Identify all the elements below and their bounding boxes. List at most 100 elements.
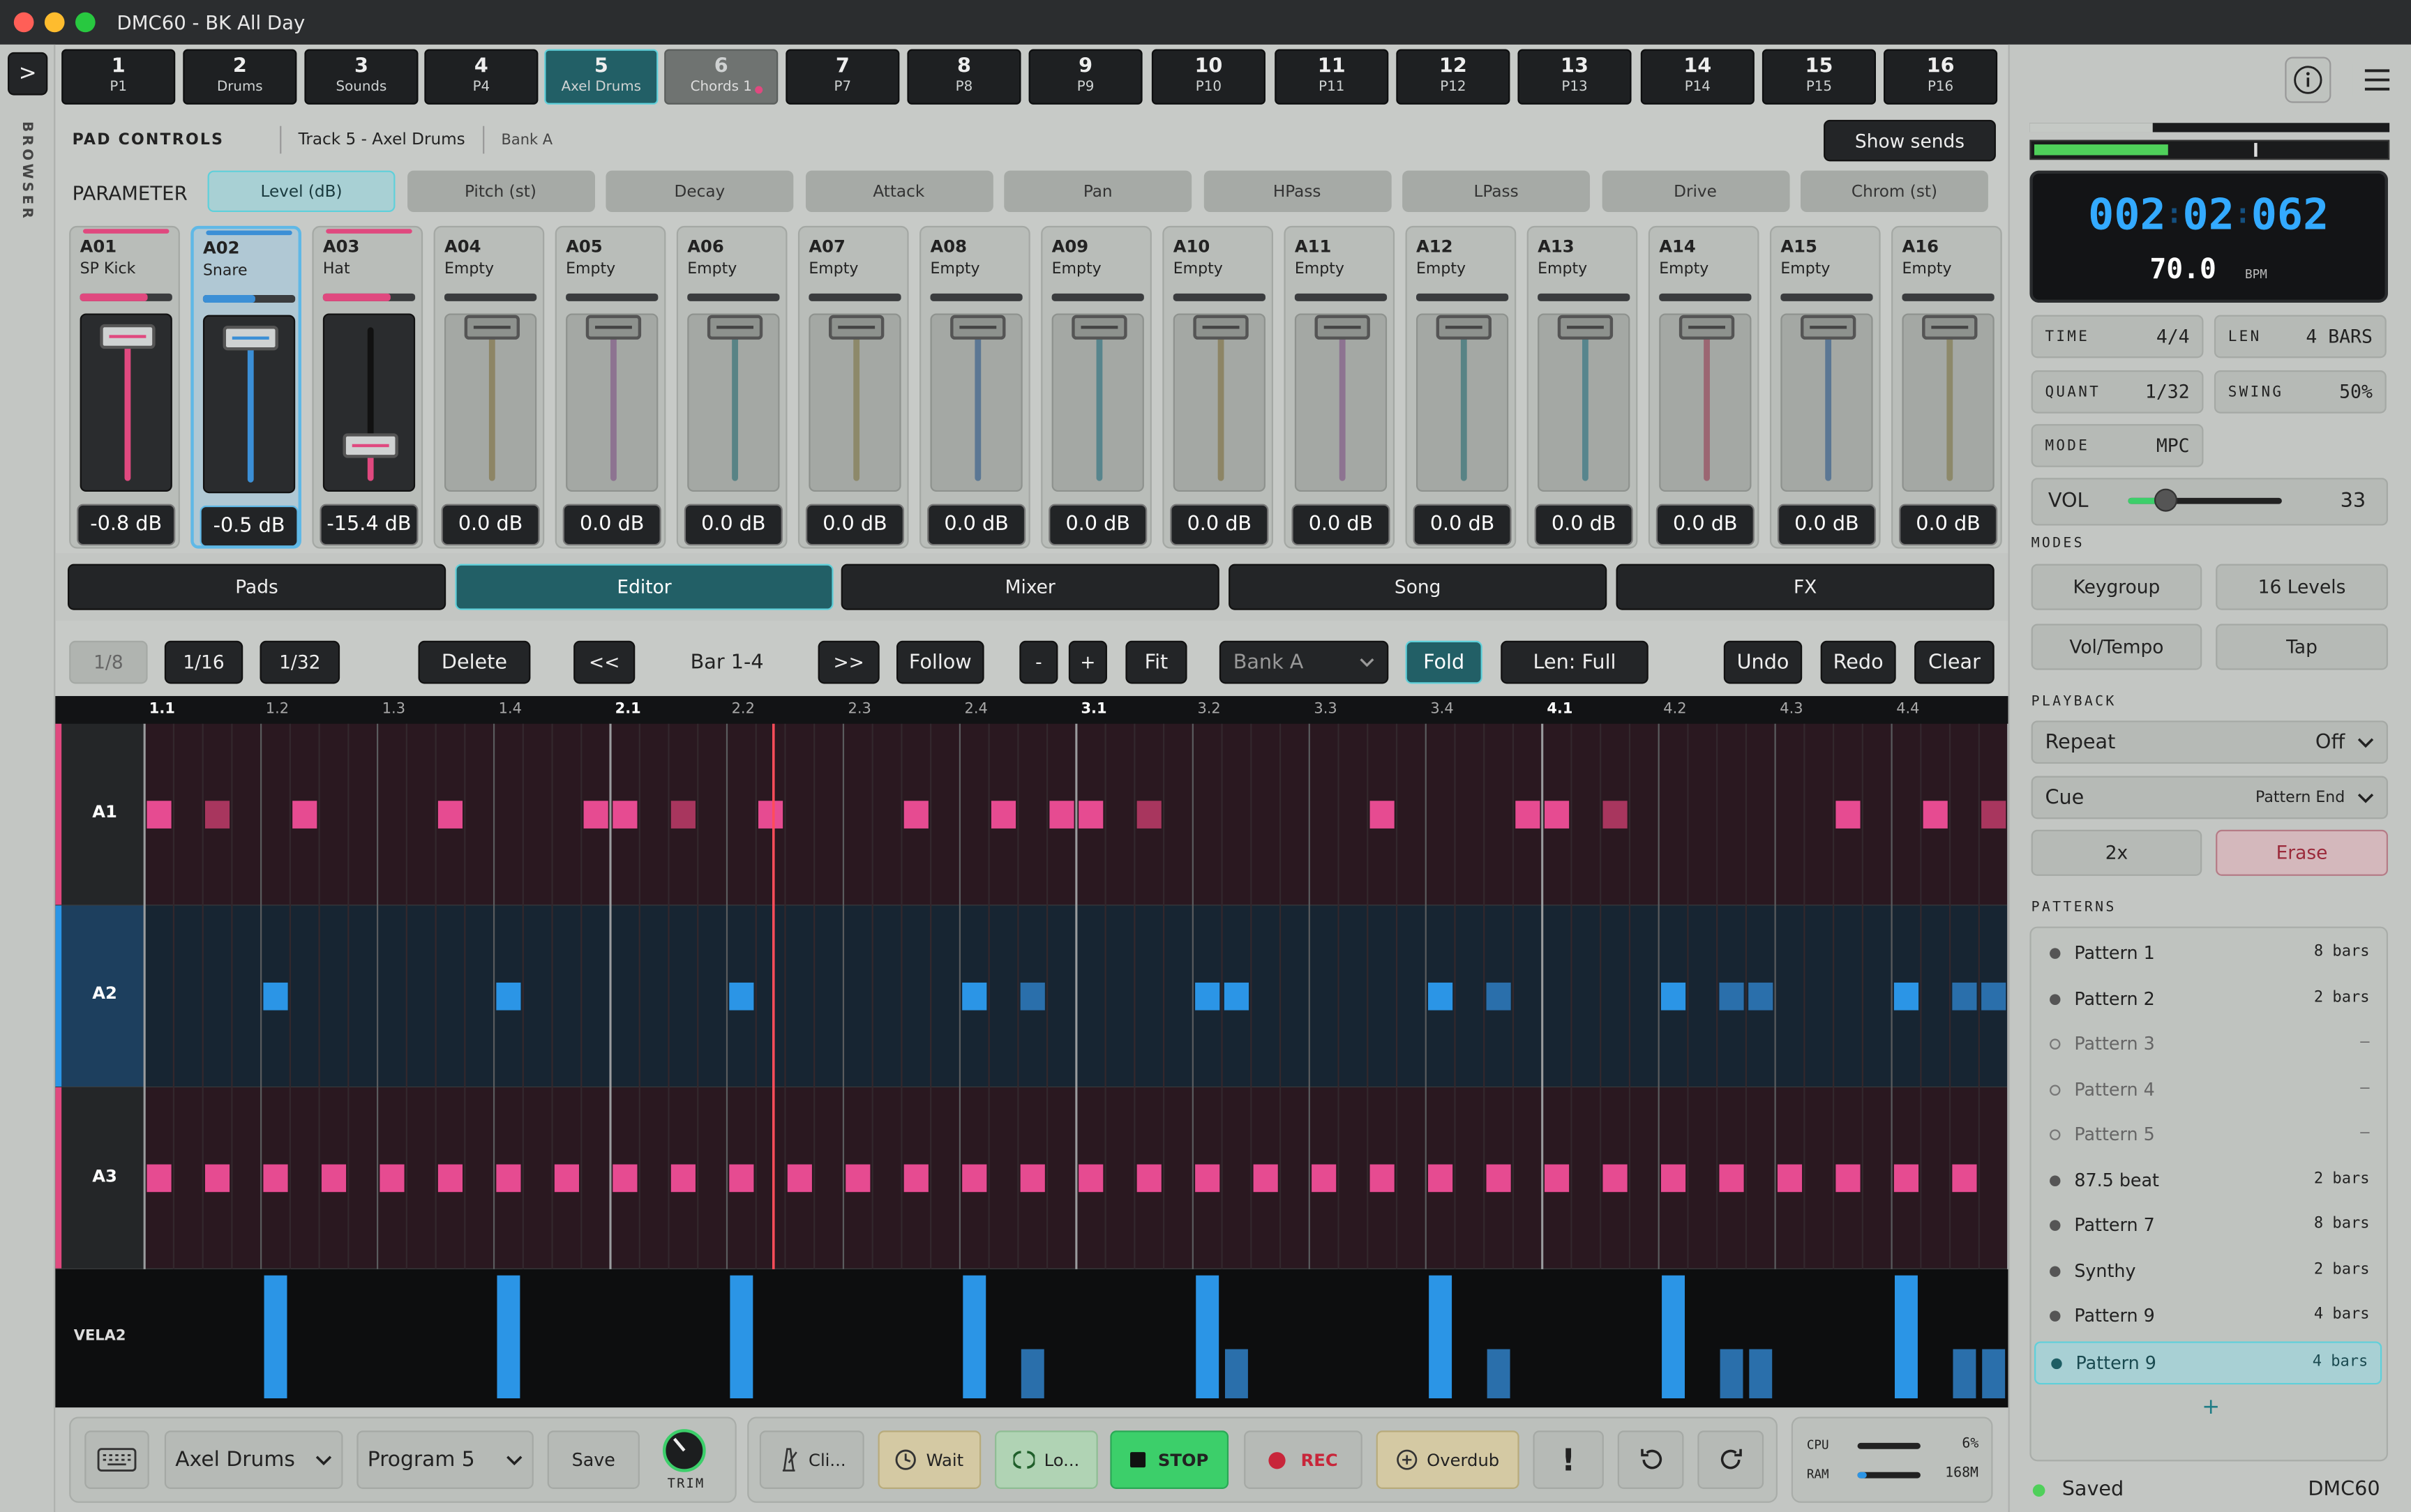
pad-fader[interactable]	[202, 315, 296, 494]
zoom-in-button[interactable]: +	[1068, 640, 1107, 684]
wait-button[interactable]: Wait	[878, 1430, 982, 1489]
note[interactable]	[729, 982, 754, 1011]
note[interactable]	[321, 1164, 347, 1193]
note[interactable]	[1428, 1164, 1453, 1193]
note[interactable]	[1515, 801, 1540, 829]
velocity-bar[interactable]	[1662, 1275, 1685, 1399]
length-button[interactable]: Len: Full	[1501, 640, 1648, 684]
velocity-bar[interactable]	[497, 1275, 520, 1399]
param-tab-pitch-st-[interactable]: Pitch (st)	[406, 170, 594, 213]
redo-transport-button[interactable]	[1697, 1430, 1764, 1489]
param-tab-chrom-st-[interactable]: Chrom (st)	[1801, 170, 1988, 213]
pad-fader-knob[interactable]	[343, 433, 398, 458]
pattern-item[interactable]: Pattern 4 –	[2034, 1068, 2382, 1112]
note[interactable]	[496, 982, 521, 1011]
note[interactable]	[1719, 1164, 1744, 1193]
record-button[interactable]: REC	[1244, 1430, 1362, 1489]
pad-fader-knob[interactable]	[1557, 315, 1614, 340]
pad-fader[interactable]	[809, 313, 901, 492]
note[interactable]	[846, 1164, 871, 1193]
note[interactable]	[147, 801, 172, 829]
pad-level-value[interactable]: 0.0 dB	[1291, 504, 1390, 546]
pad-a13[interactable]: A13 Empty 0.0 dB	[1526, 225, 1638, 549]
velocity-bar[interactable]	[264, 1275, 287, 1399]
note[interactable]	[1224, 982, 1249, 1011]
pad-level-value[interactable]: 0.0 dB	[1655, 504, 1755, 546]
track-button-10[interactable]: 10 P10	[1151, 49, 1265, 105]
pad-fader-knob[interactable]	[829, 315, 885, 340]
zoom-out-button[interactable]: -	[1019, 640, 1058, 684]
save-program-button[interactable]: Save	[547, 1430, 640, 1489]
pad-fader-knob[interactable]	[1193, 315, 1249, 340]
pad-level-value[interactable]: 0.0 dB	[1777, 504, 1877, 546]
track-button-15[interactable]: 15 P15	[1762, 49, 1877, 105]
volume-slider[interactable]	[2128, 488, 2282, 512]
pad-level-value[interactable]: -0.8 dB	[77, 504, 176, 546]
track-button-13[interactable]: 13 P13	[1517, 49, 1632, 105]
note[interactable]	[1893, 1164, 1919, 1193]
cue-select[interactable]: Cue Pattern End	[2031, 776, 2388, 819]
add-pattern-button[interactable]: +	[2202, 1396, 2220, 1420]
pad-fader[interactable]	[566, 313, 659, 492]
next-bars-button[interactable]: >>	[818, 640, 880, 684]
pad-a04[interactable]: A04 Empty 0.0 dB	[433, 225, 545, 549]
note[interactable]	[1545, 1164, 1570, 1193]
pad-level-value[interactable]: 0.0 dB	[684, 504, 783, 546]
pad-fader-knob[interactable]	[707, 315, 763, 340]
note[interactable]	[1079, 801, 1104, 829]
note[interactable]	[1952, 982, 1977, 1011]
note[interactable]	[758, 801, 783, 829]
pad-level-value[interactable]: -15.4 dB	[320, 504, 419, 546]
pad-fader[interactable]	[1902, 313, 1995, 492]
instrument-select[interactable]: Axel Drums	[164, 1430, 343, 1489]
erase-button[interactable]: Erase	[2216, 829, 2388, 876]
click-button[interactable]: Cli...	[759, 1430, 864, 1489]
pad-level-value[interactable]: 0.0 dB	[1049, 504, 1148, 546]
length-field[interactable]: LEN 4 BARS	[2214, 315, 2387, 358]
pattern-item[interactable]: Pattern 9 4 bars	[2034, 1295, 2382, 1338]
velocity-bar[interactable]	[1982, 1349, 2006, 1399]
velocity-bar[interactable]	[1720, 1349, 1743, 1399]
note[interactable]	[496, 1164, 521, 1193]
note[interactable]	[1545, 801, 1570, 829]
pad-a16[interactable]: A16 Empty 0.0 dB	[1891, 225, 2002, 549]
note[interactable]	[613, 1164, 638, 1193]
tempo-value[interactable]: 70.0	[2149, 254, 2216, 286]
param-tab-drive[interactable]: Drive	[1601, 170, 1789, 213]
volume-slider-thumb[interactable]	[2154, 488, 2178, 512]
stop-button[interactable]: STOP	[1110, 1430, 1229, 1489]
param-tab-decay[interactable]: Decay	[606, 170, 794, 213]
note[interactable]	[1719, 982, 1744, 1011]
clear-button[interactable]: Clear	[1914, 640, 1995, 684]
note[interactable]	[1835, 801, 1861, 829]
pattern-item[interactable]: Pattern 2 2 bars	[2034, 978, 2382, 1021]
pad-fader[interactable]	[930, 313, 1023, 492]
velocity-bar[interactable]	[1487, 1349, 1510, 1399]
overdub-button[interactable]: Overdub	[1376, 1430, 1519, 1489]
pattern-item[interactable]: Synthy 2 bars	[2034, 1250, 2382, 1293]
swing-field[interactable]: SWING 50%	[2214, 370, 2387, 414]
view-tab-song[interactable]: Song	[1229, 564, 1607, 610]
pad-level-value[interactable]: 0.0 dB	[1170, 504, 1269, 546]
pattern-item[interactable]: Pattern 7 8 bars	[2034, 1204, 2382, 1248]
note[interactable]	[1369, 801, 1395, 829]
pad-fader[interactable]	[1538, 313, 1630, 492]
note[interactable]	[729, 1164, 754, 1193]
delete-button[interactable]: Delete	[418, 640, 531, 684]
note[interactable]	[1602, 1164, 1628, 1193]
grid-1-16-button[interactable]: 1/16	[164, 640, 243, 684]
trim-knob[interactable]	[662, 1429, 706, 1472]
velocity-bar[interactable]	[1196, 1275, 1219, 1399]
param-tab-pan[interactable]: Pan	[1004, 170, 1192, 213]
pad-a12[interactable]: A12 Empty 0.0 dB	[1405, 225, 1517, 549]
show-sends-button[interactable]: Show sends	[1824, 119, 1996, 162]
note[interactable]	[1486, 982, 1511, 1011]
undo-button[interactable]: Undo	[1723, 640, 1803, 684]
note[interactable]	[1049, 801, 1074, 829]
pad-level-value[interactable]: 0.0 dB	[805, 504, 905, 546]
note[interactable]	[147, 1164, 172, 1193]
info-button[interactable]	[2285, 56, 2331, 103]
pad-fader[interactable]	[1294, 313, 1388, 492]
step-grid[interactable]	[55, 696, 2008, 1408]
note[interactable]	[903, 1164, 929, 1193]
